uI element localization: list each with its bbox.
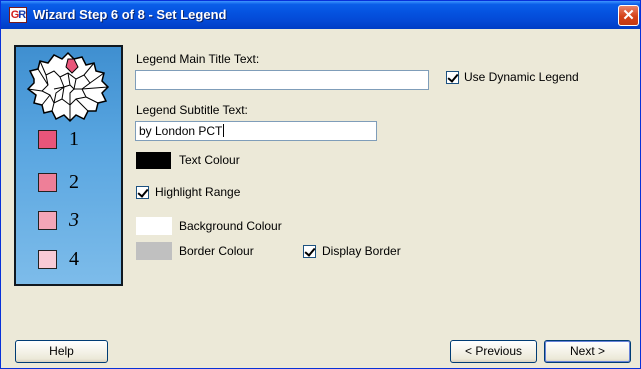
subtitle-label: Legend Subtitle Text:: [136, 103, 248, 117]
border-colour-label: Border Colour: [179, 244, 254, 258]
use-dynamic-legend-checkbox[interactable]: [446, 71, 459, 84]
wizard-window: GR Wizard Step 6 of 8 - Set Legend ✕ 1 2…: [0, 0, 641, 369]
main-title-input[interactable]: [135, 70, 429, 90]
next-button[interactable]: Next >: [544, 340, 631, 363]
display-border-checkbox[interactable]: [303, 245, 316, 258]
text-colour-swatch[interactable]: [136, 152, 171, 169]
close-button[interactable]: ✕: [618, 5, 639, 26]
title-bar[interactable]: GR Wizard Step 6 of 8 - Set Legend ✕: [1, 1, 640, 29]
highlight-range-label[interactable]: Highlight Range: [155, 185, 240, 199]
range-swatch-2: [38, 173, 57, 192]
close-icon: ✕: [622, 7, 635, 24]
text-caret: [223, 124, 225, 137]
range-swatch-3: [38, 211, 57, 230]
app-icon-letter-r: R: [18, 9, 26, 21]
display-border-label[interactable]: Display Border: [322, 244, 401, 258]
previous-button[interactable]: < Previous: [450, 340, 537, 363]
main-title-label: Legend Main Title Text:: [136, 52, 260, 66]
app-icon: GR: [9, 7, 27, 23]
text-colour-label: Text Colour: [179, 153, 240, 167]
range-label: 3: [69, 209, 79, 231]
range-swatch-1: [38, 130, 57, 149]
border-colour-swatch[interactable]: [136, 242, 172, 260]
highlight-range-checkbox[interactable]: [136, 186, 149, 199]
map-icon: [26, 51, 110, 123]
help-button[interactable]: Help: [15, 340, 108, 363]
legend-preview-panel: 1 2 3 4: [14, 45, 123, 286]
background-colour-swatch[interactable]: [136, 217, 172, 235]
range-swatch-4: [38, 250, 57, 269]
range-label: 4: [69, 248, 79, 270]
range-label: 2: [69, 171, 79, 193]
use-dynamic-legend-label[interactable]: Use Dynamic Legend: [464, 70, 579, 84]
background-colour-label: Background Colour: [179, 219, 282, 233]
window-title: Wizard Step 6 of 8 - Set Legend: [33, 7, 227, 22]
subtitle-input[interactable]: by London PCT: [135, 121, 377, 141]
subtitle-input-value: by London PCT: [139, 124, 223, 138]
range-label: 1: [69, 128, 79, 150]
